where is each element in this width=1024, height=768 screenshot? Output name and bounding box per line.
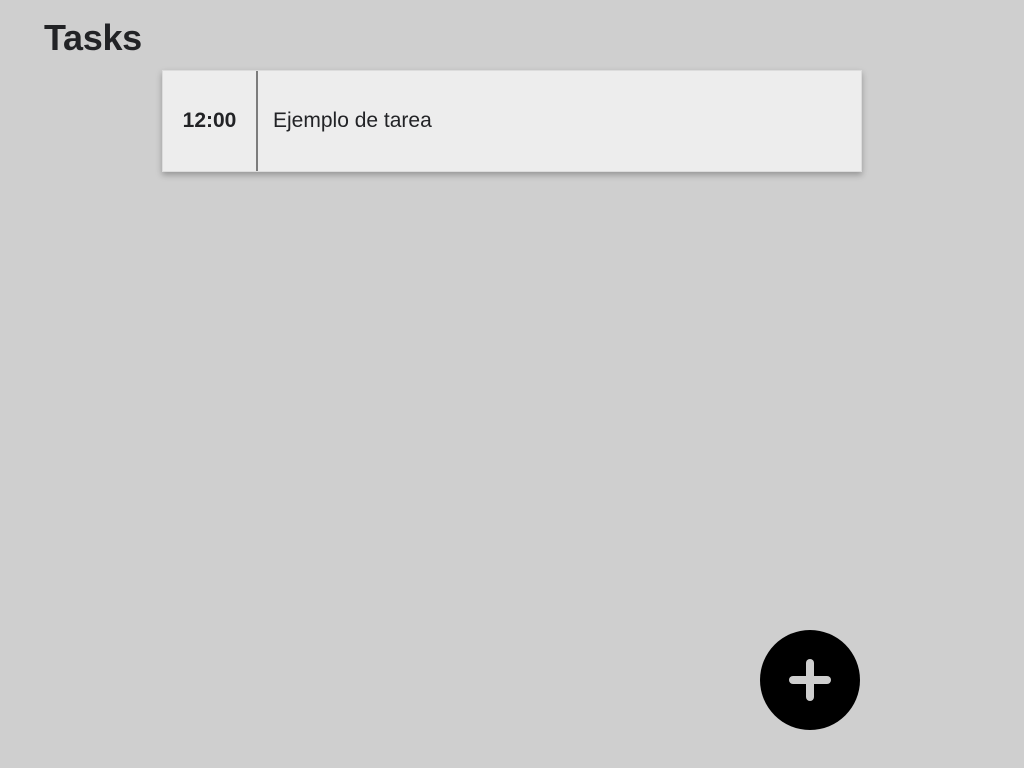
task-title: Ejemplo de tarea (273, 109, 432, 132)
task-card[interactable]: 12:00 Ejemplo de tarea (162, 70, 862, 172)
plus-icon (789, 659, 831, 701)
task-list: 12:00 Ejemplo de tarea (162, 70, 862, 172)
add-task-button[interactable] (760, 630, 860, 730)
task-time: 12:00 (182, 109, 237, 132)
page-title: Tasks (44, 17, 142, 58)
